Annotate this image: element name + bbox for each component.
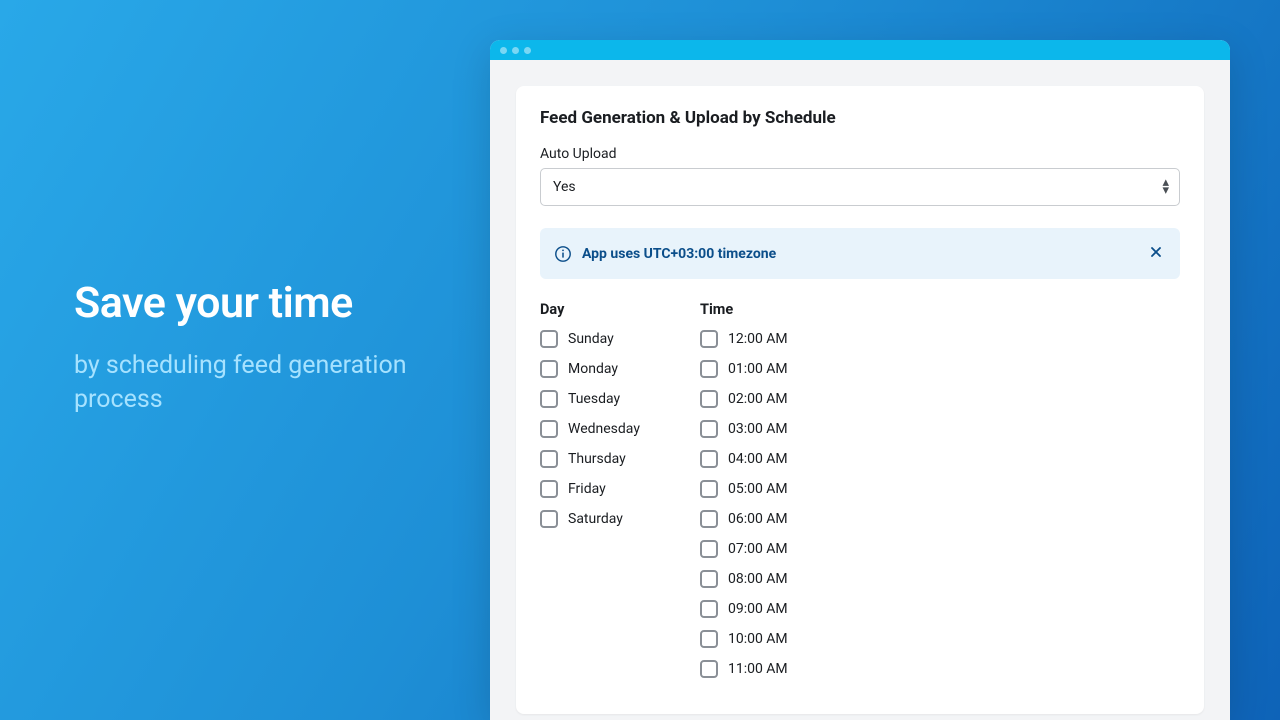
time-label: 01:00 AM xyxy=(728,361,788,377)
window-titlebar xyxy=(490,40,1230,60)
day-label: Saturday xyxy=(568,511,623,527)
time-checkbox-row[interactable]: 03:00 AM xyxy=(700,420,788,438)
time-label: 02:00 AM xyxy=(728,391,788,407)
headline: Save your time xyxy=(74,280,490,327)
time-checkbox-row[interactable]: 11:00 AM xyxy=(700,660,788,678)
checkbox-icon xyxy=(700,510,718,528)
time-checkbox-row[interactable]: 01:00 AM xyxy=(700,360,788,378)
checkbox-icon xyxy=(540,390,558,408)
checkbox-icon xyxy=(700,630,718,648)
time-checkbox-row[interactable]: 12:00 AM xyxy=(700,330,788,348)
page-background: Save your time by scheduling feed genera… xyxy=(0,0,1280,720)
schedule-columns: Day Sunday Monday Tuesday Wednesday Thursday… xyxy=(540,301,1180,690)
app-window: Feed Generation & Upload by Schedule Aut… xyxy=(490,40,1230,720)
time-checkbox-row[interactable]: 06:00 AM xyxy=(700,510,788,528)
schedule-card: Feed Generation & Upload by Schedule Aut… xyxy=(516,86,1204,714)
day-checkbox-row[interactable]: Saturday xyxy=(540,510,640,528)
time-checkbox-row[interactable]: 10:00 AM xyxy=(700,630,788,648)
checkbox-icon xyxy=(540,480,558,498)
checkbox-icon xyxy=(540,330,558,348)
checkbox-icon xyxy=(700,390,718,408)
window-dot xyxy=(500,47,507,54)
checkbox-icon xyxy=(700,450,718,468)
timezone-banner: App uses UTC+03:00 timezone xyxy=(540,228,1180,279)
checkbox-icon xyxy=(700,480,718,498)
auto-upload-select[interactable]: Yes ▴▾ xyxy=(540,168,1180,206)
time-checkbox-row[interactable]: 05:00 AM xyxy=(700,480,788,498)
day-checkbox-row[interactable]: Tuesday xyxy=(540,390,640,408)
day-column-header: Day xyxy=(540,301,640,318)
time-label: 06:00 AM xyxy=(728,511,788,527)
subheadline: by scheduling feed generation process xyxy=(74,349,490,417)
checkbox-icon xyxy=(700,330,718,348)
day-checkbox-row[interactable]: Friday xyxy=(540,480,640,498)
time-checkbox-row[interactable]: 02:00 AM xyxy=(700,390,788,408)
marketing-copy: Save your time by scheduling feed genera… xyxy=(0,0,490,720)
checkbox-icon xyxy=(540,360,558,378)
checkbox-icon xyxy=(700,540,718,558)
time-label: 05:00 AM xyxy=(728,481,788,497)
auto-upload-value: Yes xyxy=(553,179,576,195)
day-label: Monday xyxy=(568,361,618,377)
timezone-text: App uses UTC+03:00 timezone xyxy=(582,246,1136,262)
day-label: Wednesday xyxy=(568,421,640,437)
checkbox-icon xyxy=(700,420,718,438)
time-label: 08:00 AM xyxy=(728,571,788,587)
card-title: Feed Generation & Upload by Schedule xyxy=(540,108,1180,128)
time-label: 04:00 AM xyxy=(728,451,788,467)
info-icon xyxy=(554,245,572,263)
time-checkbox-row[interactable]: 07:00 AM xyxy=(700,540,788,558)
day-checkbox-row[interactable]: Wednesday xyxy=(540,420,640,438)
day-column: Day Sunday Monday Tuesday Wednesday Thursday… xyxy=(540,301,640,690)
day-checkbox-row[interactable]: Thursday xyxy=(540,450,640,468)
time-checkbox-row[interactable]: 04:00 AM xyxy=(700,450,788,468)
checkbox-icon xyxy=(540,450,558,468)
banner-close-button[interactable] xyxy=(1146,242,1166,265)
time-label: 11:00 AM xyxy=(728,661,788,677)
time-checkbox-row[interactable]: 08:00 AM xyxy=(700,570,788,588)
time-column-header: Time xyxy=(700,301,788,318)
checkbox-icon xyxy=(700,660,718,678)
time-label: 07:00 AM xyxy=(728,541,788,557)
time-label: 10:00 AM xyxy=(728,631,788,647)
window-body: Feed Generation & Upload by Schedule Aut… xyxy=(490,60,1230,714)
time-label: 09:00 AM xyxy=(728,601,788,617)
select-caret-icon: ▴▾ xyxy=(1162,179,1169,195)
checkbox-icon xyxy=(540,510,558,528)
checkbox-icon xyxy=(540,420,558,438)
day-label: Thursday xyxy=(568,451,626,467)
time-label: 12:00 AM xyxy=(728,331,788,347)
window-dot xyxy=(512,47,519,54)
day-label: Tuesday xyxy=(568,391,620,407)
time-checkbox-row[interactable]: 09:00 AM xyxy=(700,600,788,618)
checkbox-icon xyxy=(700,600,718,618)
auto-upload-label: Auto Upload xyxy=(540,146,1180,162)
time-label: 03:00 AM xyxy=(728,421,788,437)
time-column: Time 12:00 AM 01:00 AM 02:00 AM 03:00 AM 04:… xyxy=(700,301,788,690)
day-label: Friday xyxy=(568,481,606,497)
checkbox-icon xyxy=(700,360,718,378)
checkbox-icon xyxy=(700,570,718,588)
day-checkbox-row[interactable]: Sunday xyxy=(540,330,640,348)
day-label: Sunday xyxy=(568,331,614,347)
window-dot xyxy=(524,47,531,54)
day-checkbox-row[interactable]: Monday xyxy=(540,360,640,378)
